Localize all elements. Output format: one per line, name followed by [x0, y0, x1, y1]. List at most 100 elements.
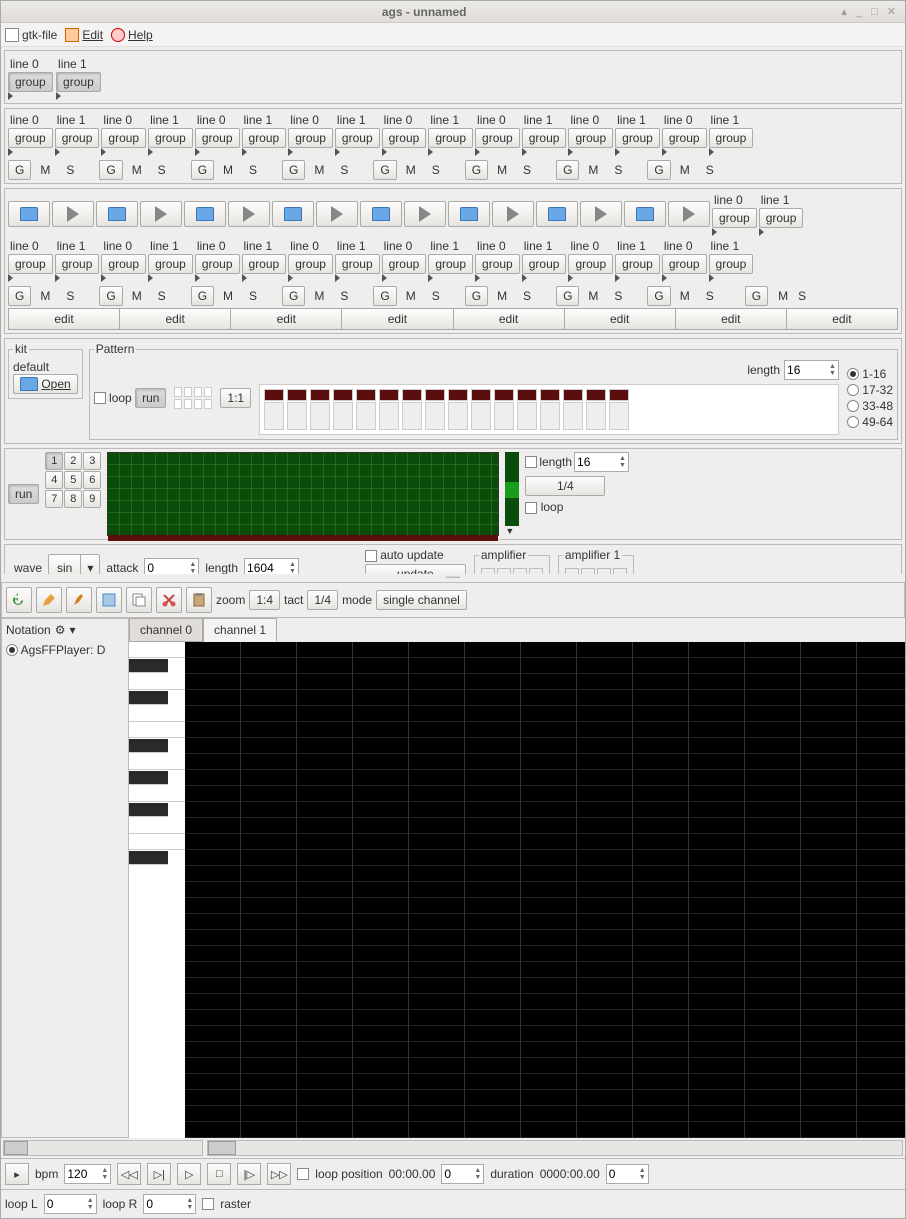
m-button[interactable]: M	[217, 160, 239, 180]
group-button[interactable]: group	[382, 128, 427, 148]
expand-icon[interactable]	[8, 148, 13, 156]
expand-icon[interactable]	[568, 274, 573, 282]
tool-cut[interactable]	[156, 587, 182, 613]
group-button[interactable]: group	[8, 128, 53, 148]
loop-position-checkbox[interactable]	[297, 1168, 309, 1180]
numpad-button[interactable]: 9	[83, 490, 101, 508]
expand-icon[interactable]	[428, 274, 433, 282]
g-button[interactable]: G	[556, 286, 579, 306]
g-button[interactable]: G	[373, 160, 396, 180]
play-icon-button[interactable]	[228, 201, 270, 227]
group-button[interactable]: group	[382, 254, 427, 274]
pattern-step[interactable]	[540, 389, 560, 401]
pattern-step[interactable]	[264, 402, 284, 430]
range-radio[interactable]	[847, 400, 859, 412]
range-radio[interactable]	[847, 368, 859, 380]
expand-icon[interactable]	[335, 274, 340, 282]
pattern-cell[interactable]	[174, 387, 182, 397]
hscroll-main[interactable]	[207, 1140, 903, 1156]
expand-icon[interactable]	[195, 274, 200, 282]
s-button[interactable]: S	[607, 286, 629, 306]
m-button[interactable]: M	[126, 286, 148, 306]
expand-icon[interactable]	[148, 274, 153, 282]
edit-button[interactable]: edit	[454, 308, 565, 330]
g-button[interactable]: G	[465, 286, 488, 306]
gear-icon[interactable]: ⚙	[55, 623, 66, 637]
pattern-step[interactable]	[402, 402, 422, 430]
numpad-button[interactable]: 6	[83, 471, 101, 489]
amp-slider[interactable]	[581, 568, 595, 574]
mode-select[interactable]: single channel	[376, 590, 467, 610]
range-radio[interactable]	[847, 416, 859, 428]
s-button[interactable]: S	[699, 160, 721, 180]
amp-slider[interactable]	[565, 568, 579, 574]
pattern-step[interactable]	[586, 389, 606, 401]
numpad-button[interactable]: 4	[45, 471, 63, 489]
play-icon-button[interactable]	[580, 201, 622, 227]
m-button[interactable]: M	[674, 160, 696, 180]
group-button[interactable]: group	[148, 254, 193, 274]
open-icon-button[interactable]	[536, 201, 578, 227]
matrix-grid[interactable]	[107, 452, 499, 536]
group-button[interactable]: group	[242, 254, 287, 274]
transport-prev[interactable]: ▷|	[147, 1163, 171, 1185]
loopR-input[interactable]: ▲▼	[143, 1194, 196, 1214]
run-button[interactable]: run	[135, 388, 166, 408]
duration-input[interactable]: ▲▼	[606, 1164, 649, 1184]
group-button[interactable]: group	[8, 254, 53, 274]
pattern-cell[interactable]	[204, 387, 212, 397]
m-button[interactable]: M	[491, 160, 513, 180]
play-icon-button[interactable]	[404, 201, 446, 227]
group-button[interactable]: group	[475, 128, 520, 148]
g-button[interactable]: G	[191, 286, 214, 306]
pattern-cell[interactable]	[184, 399, 192, 409]
group-button[interactable]: group	[55, 128, 100, 148]
expand-icon[interactable]	[709, 148, 714, 156]
edit-button[interactable]: edit	[231, 308, 342, 330]
expand-icon[interactable]	[475, 148, 480, 156]
pattern-step[interactable]	[379, 402, 399, 430]
amp-slider[interactable]	[481, 568, 495, 574]
piano-keys[interactable]	[129, 642, 185, 1139]
pattern-step[interactable]	[425, 402, 445, 430]
pattern-cell[interactable]	[194, 399, 202, 409]
group-button[interactable]: group	[662, 254, 707, 274]
expand-icon[interactable]	[101, 274, 106, 282]
group-button[interactable]: group	[101, 254, 146, 274]
expand-icon[interactable]	[615, 274, 620, 282]
tool-pencil[interactable]	[36, 587, 62, 613]
zoom-select[interactable]: 1:4	[249, 590, 280, 610]
g-button[interactable]: G	[373, 286, 396, 306]
expand-icon[interactable]	[335, 148, 340, 156]
numpad-button[interactable]: 7	[45, 490, 63, 508]
m-button[interactable]: M	[674, 286, 696, 306]
group-button[interactable]: group	[522, 254, 567, 274]
expand-icon[interactable]	[195, 148, 200, 156]
pattern-step[interactable]	[563, 389, 583, 401]
expand-icon[interactable]	[709, 274, 714, 282]
pattern-step[interactable]	[609, 389, 629, 401]
numpad-button[interactable]: 5	[64, 471, 82, 489]
g-button[interactable]: G	[465, 160, 488, 180]
s-button[interactable]: S	[242, 160, 264, 180]
edit-button[interactable]: edit	[676, 308, 787, 330]
pattern-step[interactable]	[310, 389, 330, 401]
expand-icon[interactable]	[568, 148, 573, 156]
m-button[interactable]: M	[308, 160, 330, 180]
pattern-step[interactable]	[287, 389, 307, 401]
expand-icon[interactable]	[242, 274, 247, 282]
wave-select[interactable]: sin▾	[48, 554, 100, 574]
transport-play[interactable]: ▷	[177, 1163, 201, 1185]
open-icon-button[interactable]	[448, 201, 490, 227]
play-icon-button[interactable]	[668, 201, 710, 227]
pattern-step[interactable]	[540, 402, 560, 430]
group-button[interactable]: group	[615, 128, 660, 148]
amp-slider[interactable]	[513, 568, 527, 574]
group-button[interactable]: group	[709, 254, 754, 274]
pattern-step[interactable]	[333, 389, 353, 401]
expand-icon[interactable]	[662, 148, 667, 156]
group-button[interactable]: group	[709, 128, 754, 148]
m-button[interactable]: M	[582, 286, 604, 306]
play-icon-button[interactable]	[492, 201, 534, 227]
numpad-button[interactable]: 3	[83, 452, 101, 470]
